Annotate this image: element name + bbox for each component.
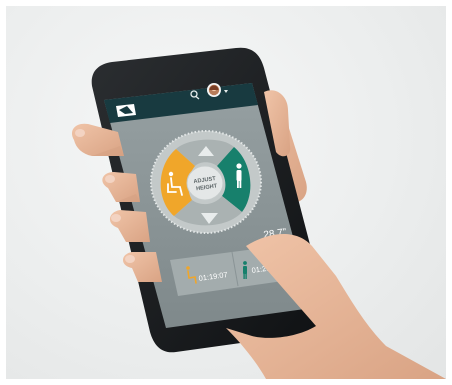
brand-logo-icon[interactable]: [116, 104, 136, 117]
height-dial[interactable]: ADJUST HEIGHT: [150, 130, 262, 234]
user-avatar-icon[interactable]: [207, 83, 221, 97]
photo-scene: ADJUST HEIGHT 28.7" 01:19:07 01:29:14: [71, 47, 446, 379]
photo-background: ADJUST HEIGHT 28.7" 01:19:07 01:29:14: [6, 6, 446, 379]
